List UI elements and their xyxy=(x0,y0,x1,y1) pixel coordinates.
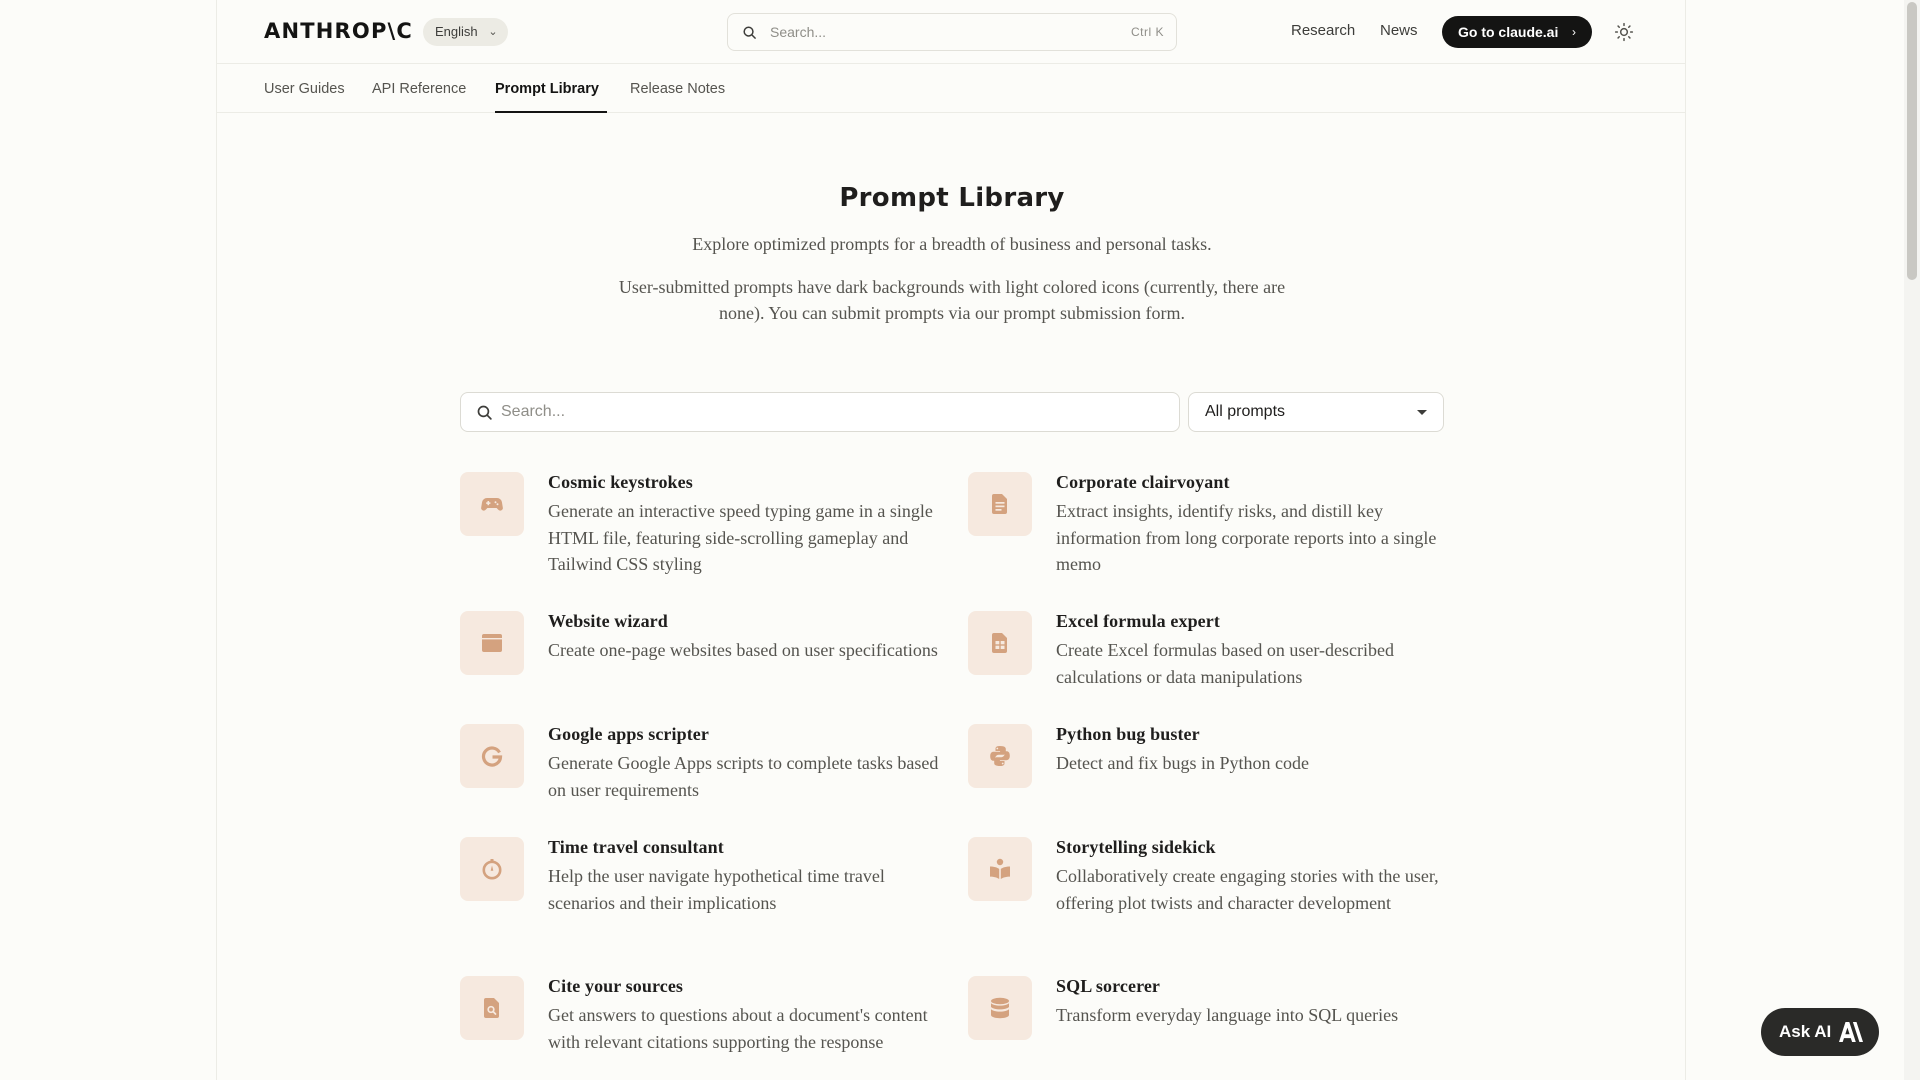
document-icon xyxy=(992,494,1007,514)
card-description: Get answers to questions about a documen… xyxy=(548,1005,928,1052)
top-header: ANTHROP\C English ⌄ Search... Ctrl K Res… xyxy=(216,0,1686,64)
language-selector[interactable]: English ⌄ xyxy=(423,18,508,46)
database-icon xyxy=(991,997,1009,1019)
search-icon xyxy=(743,26,756,39)
card-description: Generate Google Apps scripts to complete… xyxy=(548,753,939,800)
prompt-search-input[interactable] xyxy=(501,393,1161,431)
go-to-claude-button[interactable]: Go to claude.ai › xyxy=(1442,16,1592,48)
cta-label: Go to claude.ai xyxy=(1458,24,1559,40)
google-g-icon xyxy=(481,746,503,767)
card-title: Website wizard xyxy=(548,611,668,631)
anthropic-logo[interactable]: ANTHROP\C xyxy=(264,19,413,43)
tab-release-notes[interactable]: Release Notes xyxy=(630,81,725,97)
card-title: Google apps scripter xyxy=(548,724,709,744)
scrollbar-thumb[interactable] xyxy=(1907,2,1917,280)
card-description: Extract insights, identify risks, and di… xyxy=(1056,501,1437,574)
select-value: All prompts xyxy=(1205,403,1286,420)
chevron-right-icon: › xyxy=(1572,25,1576,39)
nav-news-link[interactable]: News xyxy=(1380,22,1418,39)
search-shortcut: Ctrl K xyxy=(1131,25,1164,39)
card-description: Collaboratively create engaging stories … xyxy=(1056,866,1439,913)
python-icon xyxy=(990,746,1010,766)
spreadsheet-icon xyxy=(992,633,1007,653)
card-title: Storytelling sidekick xyxy=(1056,837,1216,857)
page-title: Prompt Library xyxy=(839,183,1065,213)
card-icon-tile xyxy=(460,611,524,675)
page-frame xyxy=(216,0,1686,1080)
page-scrollbar[interactable] xyxy=(1904,0,1920,1080)
section-tabs: User Guides API Reference Prompt Library… xyxy=(216,64,1686,113)
card-description: Create one-page websites based on user s… xyxy=(548,640,938,660)
book-reader-icon xyxy=(990,858,1010,879)
theme-toggle-sun-icon[interactable] xyxy=(1614,22,1634,42)
browser-window-icon xyxy=(482,634,502,652)
card-icon-tile xyxy=(968,472,1032,536)
card-icon-tile xyxy=(968,724,1032,788)
card-icon-tile xyxy=(968,837,1032,901)
active-tab-indicator xyxy=(495,111,607,113)
tab-prompt-library[interactable]: Prompt Library xyxy=(495,81,599,97)
card-title: Cite your sources xyxy=(548,976,684,996)
card-description: Help the user navigate hypothetical time… xyxy=(548,866,885,913)
card-icon-tile xyxy=(460,472,524,536)
search-icon xyxy=(477,405,492,420)
prompt-category-select[interactable]: All prompts xyxy=(1188,392,1444,432)
chevron-down-icon: ⌄ xyxy=(488,26,498,38)
card-description: Detect and fix bugs in Python code xyxy=(1056,753,1309,773)
anthropic-mark-icon xyxy=(1839,1022,1863,1042)
card-icon-tile xyxy=(968,976,1032,1040)
card-icon-tile xyxy=(460,976,524,1040)
timer-icon xyxy=(482,859,502,880)
card-description: Transform everyday language into SQL que… xyxy=(1056,1005,1399,1025)
ask-ai-label: Ask AI xyxy=(1779,1022,1832,1041)
nav-research-link[interactable]: Research xyxy=(1291,22,1355,39)
docs-search-button[interactable]: Search... Ctrl K xyxy=(727,13,1177,51)
prompt-search-field[interactable] xyxy=(460,392,1180,432)
card-title: Corporate clairvoyant xyxy=(1056,472,1230,492)
tab-user-guides[interactable]: User Guides xyxy=(264,81,345,97)
page-note-line-2: none). You can submit prompts via our pr… xyxy=(719,303,1185,323)
card-icon-tile xyxy=(968,611,1032,675)
card-title: Python bug buster xyxy=(1056,724,1200,744)
ask-ai-button[interactable]: Ask AI xyxy=(1761,1008,1879,1056)
caret-down-icon xyxy=(1417,410,1427,415)
language-label: English xyxy=(435,24,478,39)
page-subtitle: Explore optimized prompts for a breadth … xyxy=(692,234,1212,254)
page-note-line-1: User-submitted prompts have dark backgro… xyxy=(618,277,1286,297)
card-icon-tile xyxy=(460,837,524,901)
tab-api-reference[interactable]: API Reference xyxy=(372,81,466,97)
file-search-icon xyxy=(484,998,499,1018)
card-icon-tile xyxy=(460,724,524,788)
card-description: Generate an interactive speed typing gam… xyxy=(548,501,933,574)
card-title: Time travel consultant xyxy=(548,837,724,857)
card-description: Create Excel formulas based on user-desc… xyxy=(1056,640,1395,687)
card-title: SQL sorcerer xyxy=(1056,976,1161,996)
search-placeholder: Search... xyxy=(770,24,827,40)
card-title: Excel formula expert xyxy=(1056,611,1220,631)
gamepad-icon xyxy=(481,498,503,511)
card-title: Cosmic keystrokes xyxy=(548,472,693,492)
